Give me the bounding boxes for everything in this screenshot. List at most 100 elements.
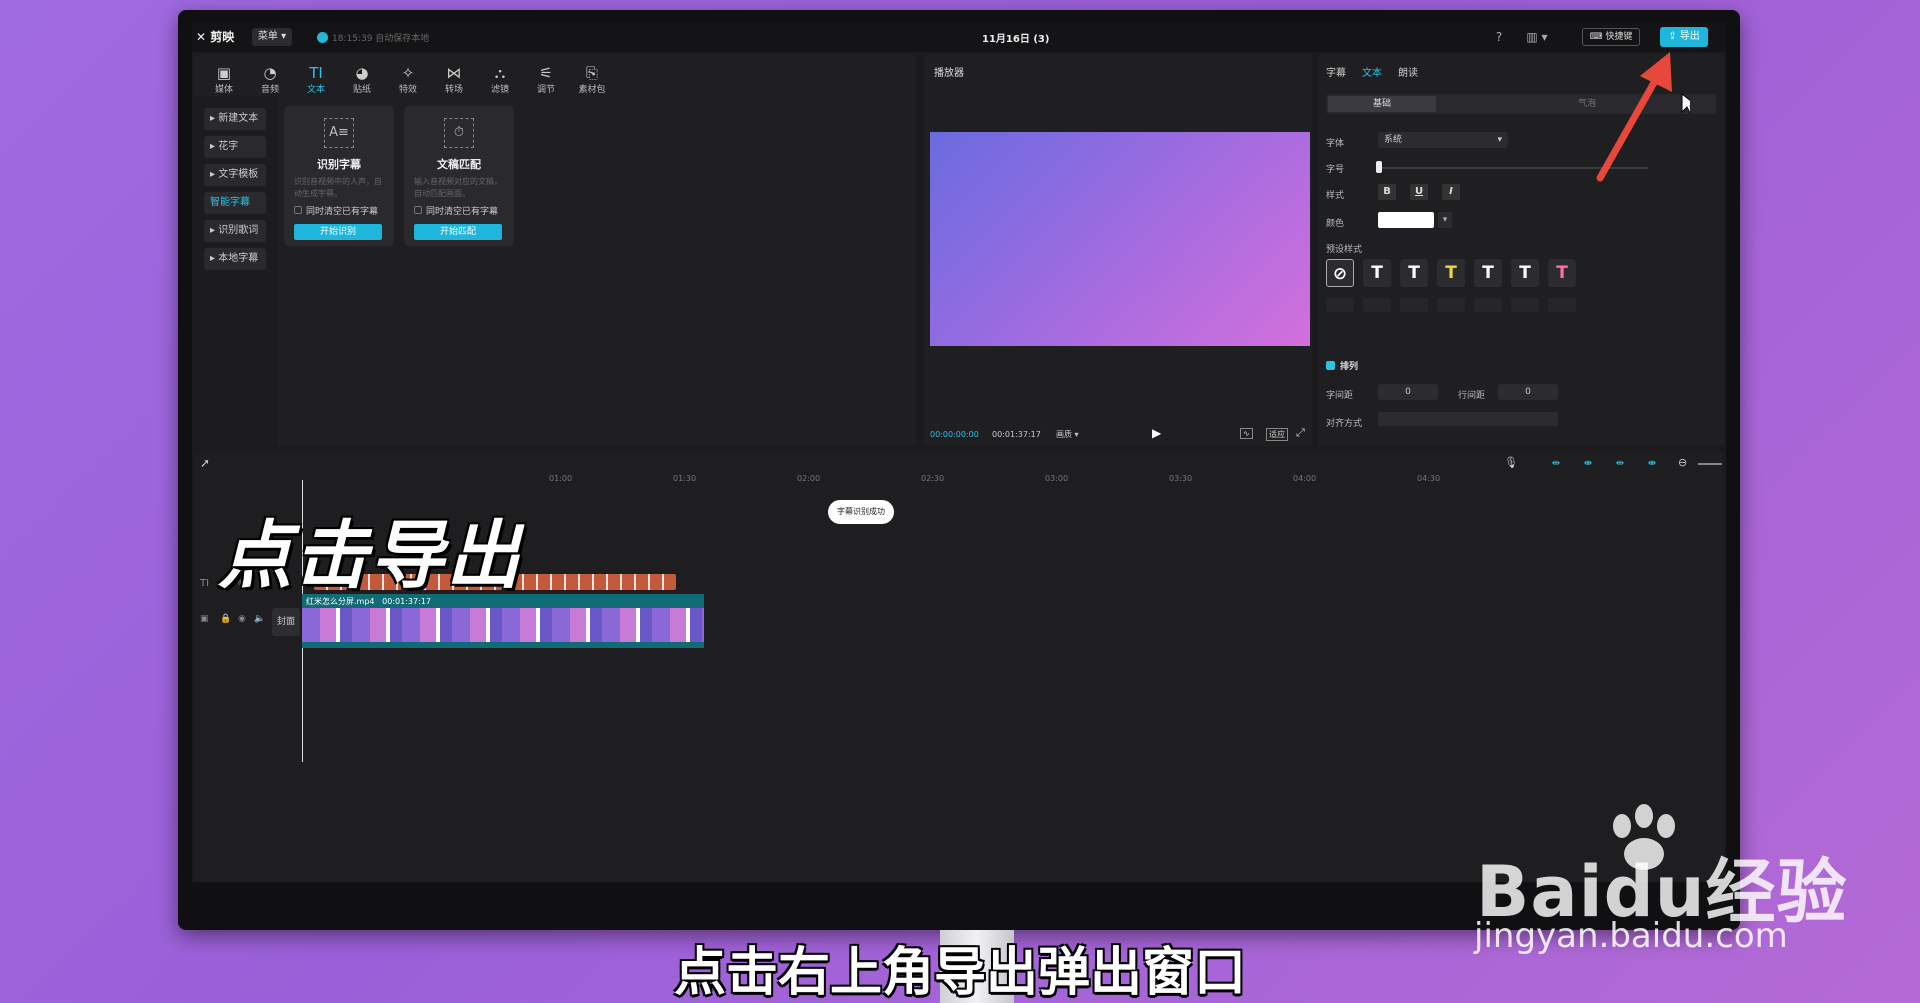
- tab-7[interactable]: ⚟ 调节: [526, 64, 566, 95]
- quality-select[interactable]: 画质 ▾: [1056, 429, 1079, 440]
- line-spacing-input[interactable]: 0: [1498, 384, 1558, 400]
- preset-style-3[interactable]: T: [1437, 259, 1465, 287]
- tab-8[interactable]: ⎘ 素材包: [572, 64, 612, 95]
- layout-icon[interactable]: ▥ ▾: [1522, 28, 1552, 46]
- card-checkbox[interactable]: [414, 206, 422, 214]
- preset-style-1[interactable]: T: [1363, 259, 1391, 287]
- color-swatch[interactable]: [1378, 212, 1434, 228]
- sidebar-item-2[interactable]: ▸ 文字模板: [204, 164, 266, 186]
- toast-message: 字幕识别成功: [828, 500, 894, 524]
- tab-label: 素材包: [578, 85, 606, 95]
- color-dropdown-icon[interactable]: ▾: [1438, 212, 1452, 228]
- sidebar-item-4[interactable]: ▸ 识别歌词: [204, 220, 266, 242]
- video-subtitle: 点击右上角导出弹出窗口: [673, 943, 1246, 1003]
- sidebar-item-label: 花字: [218, 141, 239, 152]
- fullscreen-icon[interactable]: ⤢: [1296, 426, 1305, 440]
- sidebar-item-label: 本地字幕: [218, 253, 259, 264]
- arrange-checkbox[interactable]: [1326, 361, 1335, 370]
- chevron-right-icon: ▸: [210, 225, 219, 236]
- preset-style-row2-6[interactable]: [1548, 298, 1576, 312]
- sidebar-item-label: 新建文本: [218, 113, 259, 124]
- card-icon-1: ⏱: [444, 118, 474, 148]
- card-icon-0: A≡: [324, 118, 354, 148]
- app-logo: ✕ 剪映: [196, 30, 235, 44]
- snap-icon[interactable]: ⇹: [1548, 458, 1564, 472]
- menu-button[interactable]: 菜单 ▾: [252, 28, 292, 46]
- inspector-tab-1[interactable]: 文本: [1362, 64, 1382, 79]
- select-cursor-icon[interactable]: ➚: [200, 456, 210, 470]
- library-panel: ▣ 媒体 ◔ 音频 TI 文本 ◕ 贴纸 ✧ 特效 ⋈ 转场 ⛬ 滤镜 ⚟ 调节 ⎘ 素材包 ▸ 新建文本 ▸ 花字…: [194, 54, 916, 446]
- transition-icon: ⋈: [446, 64, 462, 82]
- tab-4[interactable]: ✧ 特效: [388, 64, 428, 95]
- preset-style-5[interactable]: T: [1511, 259, 1539, 287]
- style-label: 样式: [1326, 191, 1345, 201]
- size-slider-handle[interactable]: [1376, 161, 1382, 173]
- zoom-out-icon[interactable]: ⊖: [1678, 456, 1687, 469]
- text-icon: TI: [309, 64, 323, 82]
- cover-button[interactable]: 封面: [272, 608, 300, 636]
- arrange-label: 排列: [1340, 362, 1359, 372]
- link-icon[interactable]: ⇼: [1580, 458, 1596, 472]
- chevron-right-icon: ▸: [210, 169, 219, 180]
- sidebar-item-0[interactable]: ▸ 新建文本: [204, 108, 266, 130]
- zoom-slider[interactable]: [1698, 463, 1722, 465]
- preset-style-row2-1[interactable]: [1363, 298, 1391, 312]
- preset-style-row2-4[interactable]: [1474, 298, 1502, 312]
- play-icon[interactable]: ▶: [1152, 426, 1161, 440]
- shortcut-button[interactable]: ⌨ 快捷键: [1582, 28, 1640, 46]
- help-icon[interactable]: ?: [1490, 28, 1508, 46]
- size-label: 字号: [1326, 165, 1345, 175]
- sidebar-item-5[interactable]: ▸ 本地字幕: [204, 248, 266, 270]
- color-label: 颜色: [1326, 219, 1345, 229]
- capcut-editor-window: ✕ 剪映 菜单 ▾ 18:15:39 自动保存本地 11月16日 (3) ? ▥…: [192, 22, 1726, 882]
- tab-label: 音频: [260, 85, 279, 95]
- preset-style-row2-0[interactable]: [1326, 298, 1354, 312]
- mute-icon[interactable]: 🔈: [254, 614, 265, 624]
- preset-style-0[interactable]: ⊘: [1326, 259, 1354, 287]
- chevron-down-icon: ▾: [1497, 135, 1502, 145]
- time-tick-4: 03:00: [1045, 474, 1069, 483]
- tab-6[interactable]: ⛬ 滤镜: [480, 64, 520, 95]
- font-select[interactable]: 系统 ▾: [1378, 132, 1508, 148]
- sidebar-item-3[interactable]: 智能字幕: [204, 192, 266, 214]
- audio-icon: ◔: [263, 64, 277, 82]
- video-preview[interactable]: [930, 132, 1310, 346]
- tab-0[interactable]: ▣ 媒体: [204, 64, 244, 95]
- media-icon: ▣: [216, 64, 232, 82]
- tab-5[interactable]: ⋈ 转场: [434, 64, 474, 95]
- split-icon[interactable]: ⇼: [1644, 458, 1660, 472]
- ratio-button[interactable]: 适应: [1266, 428, 1288, 441]
- waveform-icon[interactable]: ∿: [1240, 428, 1253, 439]
- inspector-tab-2[interactable]: 朗读: [1398, 64, 1418, 79]
- italic-button[interactable]: I: [1442, 184, 1460, 200]
- underline-button[interactable]: U: [1410, 184, 1428, 200]
- sidebar-item-1[interactable]: ▸ 花字: [204, 136, 266, 158]
- card-title: 识别字幕: [317, 158, 361, 171]
- tab-label: 转场: [444, 85, 463, 95]
- preset-style-2[interactable]: T: [1400, 259, 1428, 287]
- preset-style-4[interactable]: T: [1474, 259, 1502, 287]
- bold-button[interactable]: B: [1378, 184, 1396, 200]
- tab-2[interactable]: TI 文本: [296, 64, 336, 95]
- preset-style-6[interactable]: T: [1548, 259, 1576, 287]
- tab-3[interactable]: ◕ 贴纸: [342, 64, 382, 95]
- align-buttons[interactable]: [1378, 412, 1558, 426]
- preset-style-row2-2[interactable]: [1400, 298, 1428, 312]
- export-button[interactable]: ⇪ 导出: [1660, 27, 1708, 47]
- card-action-button[interactable]: 开始匹配: [414, 224, 502, 240]
- char-spacing-input[interactable]: 0: [1378, 384, 1438, 400]
- time-tick-0: 01:00: [549, 474, 573, 483]
- preview-axis-icon[interactable]: ⇹: [1612, 458, 1628, 472]
- inspector-tab-0[interactable]: 字幕: [1326, 64, 1346, 79]
- video-lock-icon[interactable]: 🔒: [220, 614, 231, 624]
- sidebar-item-label: 智能字幕: [210, 197, 250, 208]
- card-title: 文稿匹配: [437, 158, 481, 171]
- card-action-button[interactable]: 开始识别: [294, 224, 382, 240]
- preset-style-row2-3[interactable]: [1437, 298, 1465, 312]
- tab-1[interactable]: ◔ 音频: [250, 64, 290, 95]
- microphone-icon[interactable]: 🎙: [1504, 456, 1518, 469]
- video-eye-icon[interactable]: ◉: [238, 614, 246, 624]
- segment-basic[interactable]: 基础: [1328, 96, 1436, 112]
- card-checkbox[interactable]: [294, 206, 302, 214]
- preset-style-row2-5[interactable]: [1511, 298, 1539, 312]
